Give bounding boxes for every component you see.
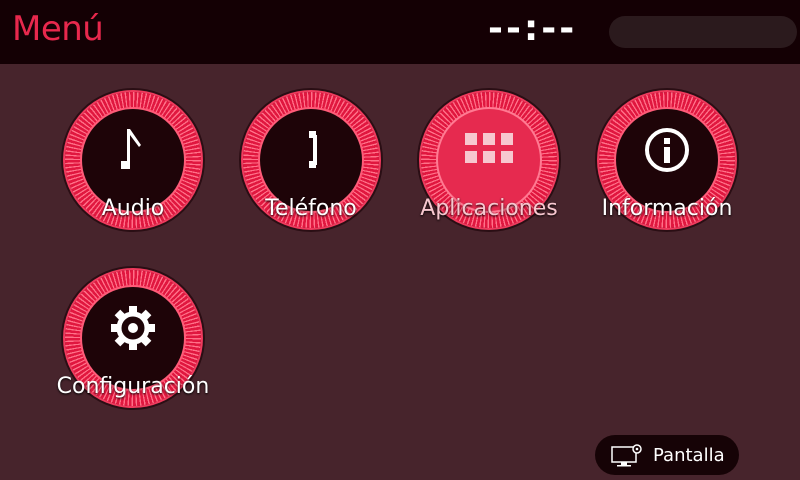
menu-item-label: Audio: [101, 196, 165, 221]
menu-item-label: Aplicaciones: [420, 196, 558, 221]
info-icon: [597, 90, 737, 210]
menu-item-label: Configuración: [56, 374, 210, 399]
menu-item-audio[interactable]: Audio: [63, 90, 203, 230]
music-note-icon: [63, 90, 203, 210]
status-area: [609, 16, 797, 48]
phone-handset-icon: [241, 90, 381, 210]
page-title: Menú: [12, 9, 104, 49]
menu-item-telefono[interactable]: Teléfono: [241, 90, 381, 230]
apps-grid-icon: [419, 90, 559, 210]
menu-item-configuracion[interactable]: Configuración: [57, 268, 209, 408]
clock-display: --:--: [488, 8, 578, 49]
gear-icon: [63, 268, 203, 388]
menu-item-label: Teléfono: [265, 196, 357, 221]
display-settings-icon: [611, 442, 645, 468]
menu-item-aplicaciones[interactable]: Aplicaciones: [419, 90, 559, 230]
menu-screen: Menú --:-- Audio Teléfono Aplicaciones I…: [0, 0, 800, 480]
menu-item-label: Información: [601, 196, 733, 221]
menu-item-informacion[interactable]: Información: [597, 90, 737, 230]
header-bar: Menú --:--: [0, 0, 800, 64]
display-settings-button[interactable]: Pantalla: [595, 435, 739, 475]
display-settings-label: Pantalla: [653, 444, 725, 466]
